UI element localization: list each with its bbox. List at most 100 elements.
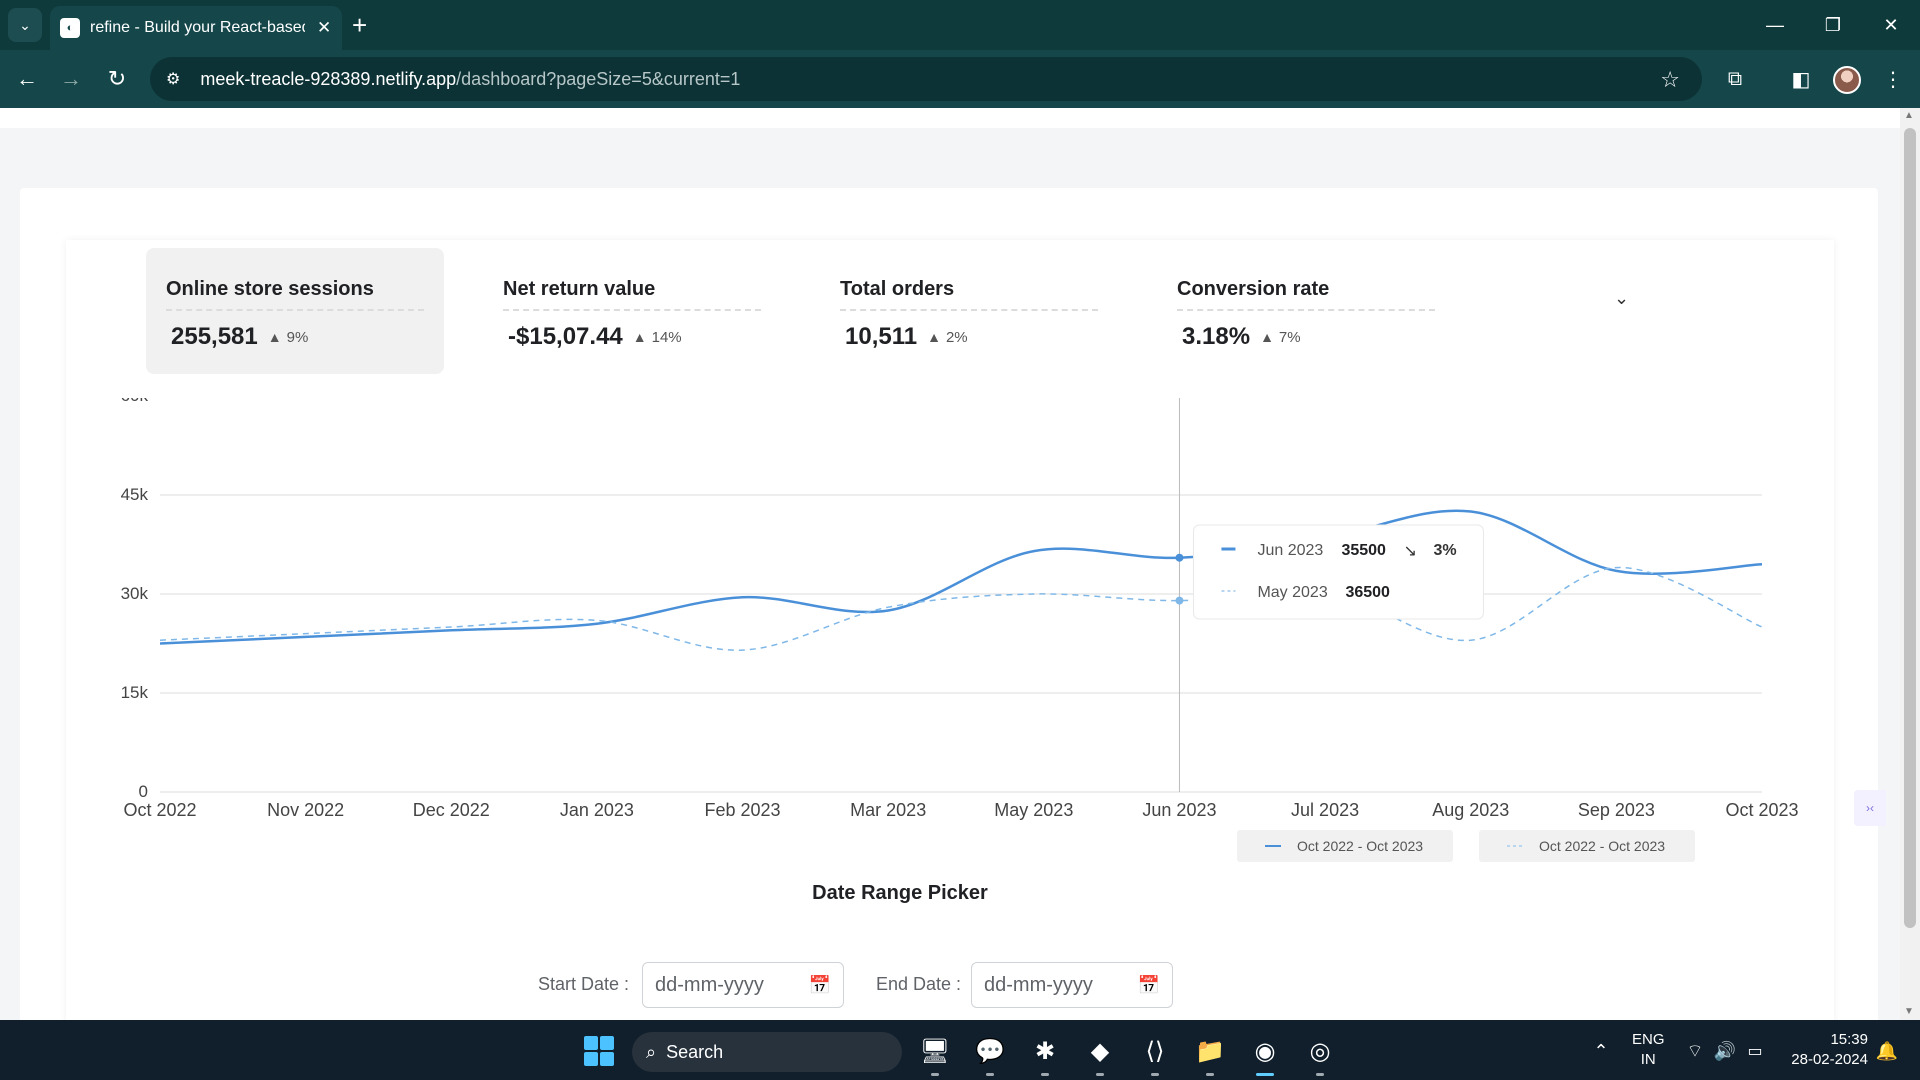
extensions-puzzle-icon[interactable]: ⧉ (1718, 62, 1752, 96)
whatsapp-icon[interactable]: 💬 (971, 1032, 1009, 1076)
chrome-profile-icon[interactable]: ◎ (1301, 1032, 1339, 1076)
window-controls: — ❐ ✕ (1746, 0, 1920, 50)
x-tick-label: Jun 2023 (1142, 800, 1216, 820)
kpi-label: Total orders (840, 278, 1098, 311)
kpi-total-orders[interactable]: Total orders 10,511 ▲ 2% (820, 248, 1118, 374)
end-date-placeholder: dd-mm-yyyy (984, 973, 1093, 996)
x-tick-label: Mar 2023 (850, 800, 926, 820)
tooltip-secondary-label: May 2023 (1257, 584, 1327, 601)
y-tick-label: 60k (121, 398, 149, 405)
region-code: IN (1640, 1051, 1656, 1068)
x-tick-label: Sep 2023 (1578, 800, 1655, 820)
browser-tab[interactable]: ◐ refine - Build your React-based ✕ (50, 6, 342, 50)
x-tick-label: Dec 2022 (413, 800, 490, 820)
scroll-down-icon[interactable]: ▼ (1904, 1006, 1914, 1017)
more-menu-icon[interactable]: ⋮ (1876, 62, 1910, 96)
calendar-icon[interactable]: 📅 (809, 975, 831, 996)
start-date-input[interactable]: dd-mm-yyyy 📅 (642, 962, 844, 1008)
new-tab-button[interactable]: + (352, 10, 367, 40)
line-chart: 0 15k 30k 45k 60k Oct 2022 Nov 2022 Dec 2022 Jan… (121, 398, 1799, 862)
kpi-online-store-sessions[interactable]: Online store sessions 255,581 ▲ 9% (146, 248, 444, 374)
address-bar[interactable]: ⚙ meek-treacle-928389.netlify.app/dashbo… (150, 57, 1702, 101)
close-window-icon[interactable]: ✕ (1862, 0, 1920, 50)
legend-item[interactable]: Oct 2022 - Oct 2023 (1237, 830, 1453, 862)
chevron-down-icon[interactable]: ⌄ (1614, 288, 1629, 309)
calendar-icon[interactable]: 📅 (1138, 975, 1160, 996)
taskbar-search[interactable]: ⌕ Search (632, 1032, 902, 1072)
legend-item[interactable]: Oct 2022 - Oct 2023 (1479, 830, 1695, 862)
page-viewport: Online store sessions 255,581 ▲ 9% Net r… (0, 108, 1900, 1020)
y-tick-label: 30k (121, 584, 149, 603)
tooltip-secondary-value: 36500 (1345, 584, 1390, 601)
start-date-placeholder: dd-mm-yyyy (655, 973, 764, 996)
kpi-label: Conversion rate (1177, 278, 1435, 311)
kpi-conversion-rate[interactable]: Conversion rate 3.18% ▲ 7% (1157, 248, 1455, 374)
url-host: meek-treacle-928389.netlify.app (200, 68, 457, 89)
tooltip-box (1192, 524, 1484, 620)
desktop-app-icon[interactable]: 🖥 (916, 1032, 954, 1076)
kpi-value: 10,511 (845, 323, 918, 350)
close-tab-icon[interactable]: ✕ (317, 18, 331, 38)
windows-taskbar: ⌕ Search 🖥 💬 ✱ ◆ ⟨⟩ 📁 ◉ ◎ ⌃ ENG IN ⌔ 🔊 ▭… (0, 1020, 1920, 1080)
windows-logo-icon (584, 1036, 614, 1066)
kpi-change: 2% (945, 328, 968, 346)
side-panel-icon[interactable]: ◧ (1784, 62, 1818, 96)
tooltip-change: 3% (1433, 542, 1456, 559)
file-explorer-icon[interactable]: 📁 (1191, 1032, 1229, 1076)
scroll-thumb[interactable] (1904, 128, 1916, 928)
page-header-strip (0, 108, 1900, 128)
minimize-icon[interactable]: — (1746, 0, 1804, 50)
kpi-change: 7% (1278, 328, 1301, 346)
start-button[interactable] (580, 1032, 618, 1070)
input-language[interactable]: ENG IN (1632, 1030, 1665, 1070)
battery-icon[interactable]: ▭ (1736, 1032, 1774, 1070)
notification-bell-icon[interactable]: 🔔 (1868, 1032, 1906, 1070)
kpi-label: Net return value (503, 278, 761, 311)
kpi-net-return-value[interactable]: Net return value -$15,07.44 ▲ 14% (483, 248, 781, 374)
triangle-up-icon: ▲ (1260, 329, 1274, 345)
x-tick-label: Aug 2023 (1432, 800, 1509, 820)
kpi-value: 255,581 (171, 323, 258, 350)
system-clock[interactable]: 15:39 28-02-2024 (1784, 1030, 1868, 1070)
browser-tab-bar: ⌄ ◐ refine - Build your React-based ✕ + … (0, 0, 1920, 50)
browser-toolbar: ← → ↻ ⚙ meek-treacle-928389.netlify.app /… (0, 50, 1920, 108)
tab-search-button[interactable]: ⌄ (8, 8, 42, 42)
tooltip-primary-value: 35500 (1341, 542, 1386, 559)
page-scrollbar[interactable]: ▲ ▼ (1900, 108, 1920, 1020)
restore-icon[interactable]: ❐ (1804, 0, 1862, 50)
tooltip-primary-label: Jun 2023 (1257, 542, 1323, 559)
refine-favicon-icon: ◐ (60, 18, 80, 38)
kpi-value: 3.18% (1182, 323, 1251, 350)
legend-label: Oct 2022 - Oct 2023 (1297, 838, 1423, 854)
bookmark-star-icon[interactable]: ☆ (1660, 67, 1680, 93)
code-widget-icon[interactable]: ›‹ (1854, 790, 1886, 826)
chevron-down-icon: ⌄ (19, 16, 31, 33)
triangle-up-icon: ▲ (927, 329, 941, 345)
x-tick-label: Nov 2022 (267, 800, 344, 820)
x-tick-label: May 2023 (994, 800, 1073, 820)
end-date-label: End Date : (876, 974, 962, 994)
scroll-up-icon[interactable]: ▲ (1904, 110, 1914, 121)
series-line-solid (159, 509, 1763, 645)
forward-arrow-icon[interactable]: → (54, 62, 88, 96)
back-arrow-icon[interactable]: ← (10, 62, 44, 96)
url-path: /dashboard?pageSize=5&current=1 (456, 68, 741, 89)
slack-icon[interactable]: ✱ (1026, 1032, 1064, 1076)
y-tick-label: 0 (139, 782, 148, 801)
end-date-input[interactable]: dd-mm-yyyy 📅 (971, 962, 1173, 1008)
triangle-up-icon: ▲ (632, 329, 647, 345)
vscode-icon[interactable]: ⟨⟩ (1136, 1032, 1174, 1076)
hover-point (1175, 553, 1184, 562)
search-icon: ⌕ (646, 1041, 657, 1062)
git-icon[interactable]: ◆ (1081, 1032, 1119, 1076)
clock-date: 28-02-2024 (1791, 1051, 1868, 1068)
site-info-icon[interactable]: ⚙ (166, 69, 180, 89)
profile-avatar[interactable] (1833, 66, 1861, 94)
reload-icon[interactable]: ↻ (100, 62, 134, 96)
x-tick-label: Jul 2023 (1291, 800, 1359, 820)
tray-overflow-chevron-icon[interactable]: ⌃ (1582, 1032, 1620, 1070)
tab-title: refine - Build your React-based (90, 19, 305, 36)
triangle-up-icon: ▲ (267, 329, 282, 345)
chrome-icon[interactable]: ◉ (1246, 1032, 1284, 1076)
date-range-picker-title: Date Range Picker (812, 882, 988, 904)
